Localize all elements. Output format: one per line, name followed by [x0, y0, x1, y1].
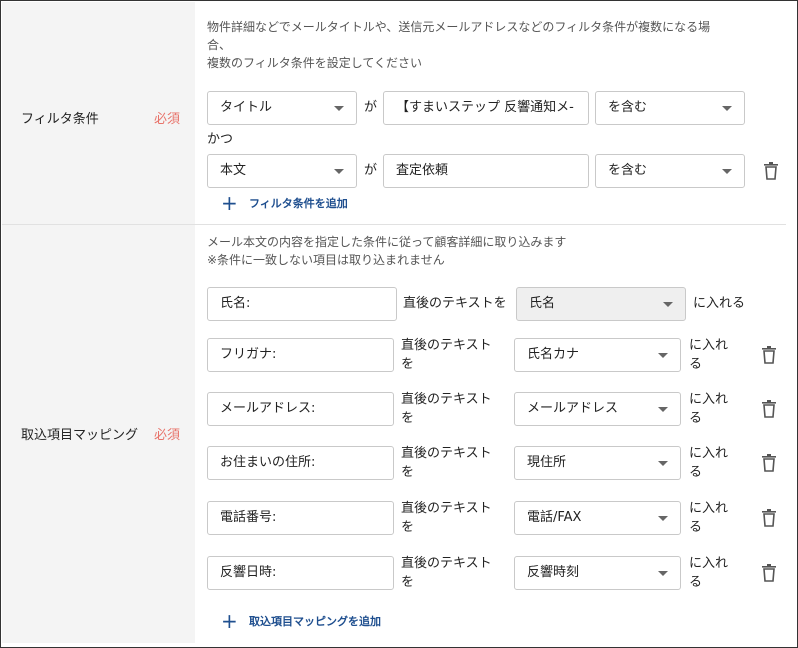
caret-down-icon [334, 106, 344, 111]
mapping-section: 取込項目マッピング 必須 メール本文の内容を指定した条件に従って顧客詳細に取り込… [2, 225, 786, 643]
filter-operator-select[interactable]: を含む [595, 154, 745, 188]
put-in-label: に入れる [693, 296, 746, 311]
after-text-label: 直後のテキスト を [401, 392, 492, 426]
after-text-label: 直後のテキスト を [401, 501, 492, 535]
filter-operator-select[interactable]: を含む [595, 91, 745, 125]
add-mapping-button[interactable]: + 取込項目マッピングを追加 [221, 609, 381, 633]
mapping-target-select[interactable]: 現住所 [514, 446, 681, 480]
add-filter-button[interactable]: + フィルタ条件を追加 [221, 191, 348, 215]
filter-field-select[interactable]: タイトル [207, 91, 357, 125]
filter-content: 物件詳細などでメールタイトルや、送信元メールアドレスなどのフィルタ条件が複数にな… [195, 2, 786, 224]
filter-label-cell: フィルタ条件 必須 [2, 2, 195, 224]
plus-icon: + [221, 609, 238, 633]
filter-required-badge: 必須 [154, 112, 181, 127]
caret-down-icon [663, 302, 673, 307]
trash-icon[interactable] [761, 346, 777, 364]
caret-down-icon [334, 169, 344, 174]
mapping-keyword-input[interactable]: 反響日時: [207, 556, 394, 590]
put-in-label: に入れ る [689, 556, 729, 590]
filter-field-select[interactable]: 本文 [207, 154, 357, 188]
settings-form: フィルタ条件 必須 物件詳細などでメールタイトルや、送信元メールアドレスなどのフ… [0, 0, 798, 648]
mapping-keyword-input[interactable]: 電話番号: [207, 501, 394, 535]
mapping-keyword-input[interactable]: 氏名: [207, 287, 397, 321]
filter-value-input[interactable]: 【すまいステップ 反響通知メ- [383, 91, 589, 125]
put-in-label: に入れ る [689, 446, 729, 480]
caret-down-icon [658, 571, 668, 576]
after-text-label: 直後のテキスト を [401, 338, 492, 372]
mapping-keyword-input[interactable]: お住まいの住所: [207, 446, 394, 480]
filter-label: フィルタ条件 [21, 112, 99, 127]
filter-section: フィルタ条件 必須 物件詳細などでメールタイトルや、送信元メールアドレスなどのフ… [2, 2, 786, 224]
put-in-label: に入れ る [689, 501, 729, 535]
filter-connector: が [364, 163, 378, 178]
put-in-label: に入れ る [689, 338, 729, 372]
after-text-label: 直後のテキスト を [401, 556, 492, 590]
caret-down-icon [658, 461, 668, 466]
filter-hint: 物件詳細などでメールタイトルや、送信元メールアドレスなどのフィルタ条件が複数にな… [207, 20, 711, 70]
filter-connector: が [364, 100, 378, 115]
after-text-label: 直後のテキスト を [401, 446, 492, 480]
mapping-keyword-input[interactable]: メールアドレス: [207, 392, 394, 426]
caret-down-icon [658, 353, 668, 358]
after-text-label: 直後のテキストを [403, 296, 507, 311]
trash-icon[interactable] [761, 454, 777, 472]
mapping-hint: メール本文の内容を指定した条件に従って顧客詳細に取り込みます ※条件に一致しない… [207, 235, 567, 267]
caret-down-icon [658, 407, 668, 412]
trash-icon[interactable] [761, 400, 777, 418]
caret-down-icon [658, 516, 668, 521]
mapping-label-cell: 取込項目マッピング 必須 [2, 225, 195, 643]
filter-value-input[interactable]: 査定依頼 [383, 154, 589, 188]
put-in-label: に入れ る [689, 392, 729, 426]
mapping-label: 取込項目マッピング [21, 428, 139, 443]
filter-and-label: かつ [207, 132, 234, 147]
caret-down-icon [722, 169, 732, 174]
trash-icon[interactable] [763, 162, 779, 180]
mapping-target-select[interactable]: 氏名 [516, 287, 686, 321]
mapping-target-select[interactable]: メールアドレス [514, 392, 681, 426]
caret-down-icon [722, 106, 732, 111]
plus-icon: + [221, 191, 238, 215]
trash-icon[interactable] [761, 509, 777, 527]
mapping-content: メール本文の内容を指定した条件に従って顧客詳細に取り込みます ※条件に一致しない… [195, 225, 786, 643]
mapping-keyword-input[interactable]: フリガナ: [207, 338, 394, 372]
mapping-required-badge: 必須 [154, 428, 181, 443]
mapping-target-select[interactable]: 電話/FAX [514, 501, 681, 535]
mapping-target-select[interactable]: 反響時刻 [514, 556, 681, 590]
scrollbar[interactable] [787, 2, 797, 642]
trash-icon[interactable] [761, 564, 777, 582]
mapping-target-select[interactable]: 氏名カナ [514, 338, 681, 372]
